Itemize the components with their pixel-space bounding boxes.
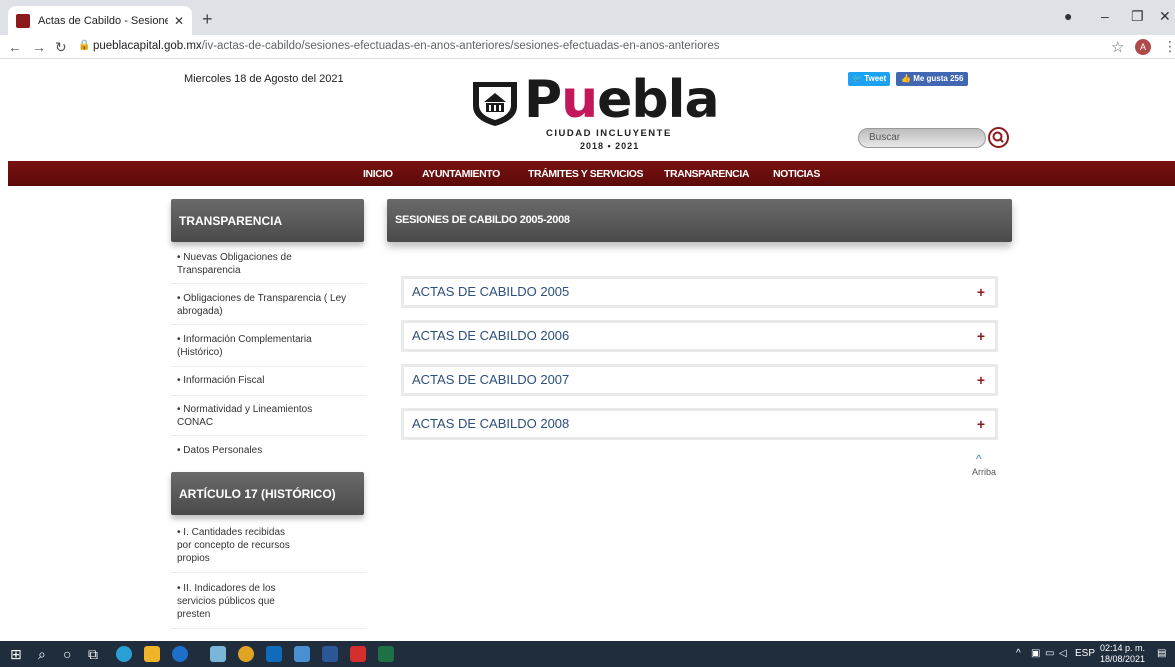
sidebar-item-informacion-complementaria[interactable]: • Información Complementaria (Histórico) xyxy=(177,333,367,359)
outlook-icon[interactable] xyxy=(266,646,282,662)
word-icon[interactable] xyxy=(322,646,338,662)
task-view-icon[interactable]: ⧉ xyxy=(88,646,98,663)
windows-start-icon[interactable]: ⊞ xyxy=(10,646,22,663)
logo-wordmark: Puebla xyxy=(524,70,720,130)
sidebar-item-obligaciones-abrogada[interactable]: • Obligaciones de Transparencia ( Ley abr… xyxy=(177,292,367,318)
browser-toolbar: ← → ↻ 🔒 pueblacapital.gob.mx/iv-actas-de… xyxy=(0,35,1175,59)
back-icon[interactable]: ← xyxy=(8,39,22,55)
address-bar[interactable]: pueblacapital.gob.mx/iv-actas-de-cabildo… xyxy=(93,40,719,52)
sidebar-heading-articulo-17: ARTÍCULO 17 (HISTÓRICO) xyxy=(171,472,364,515)
nav-ayuntamiento[interactable]: AYUNTAMIENTO xyxy=(422,168,500,180)
accordion-title: ACTAS DE CABILDO 2008 xyxy=(412,416,570,431)
divider xyxy=(171,435,366,436)
accordion-actas-2006[interactable]: ACTAS DE CABILDO 2006 + xyxy=(401,320,998,352)
minimize-icon[interactable]: – xyxy=(1101,8,1109,24)
puebla-logo[interactable]: Puebla CIUDAD INCLUYENTE 2018 • 2021 xyxy=(470,70,720,154)
magnifier-icon xyxy=(992,131,1004,143)
taskbar-clock[interactable]: 02:14 p. m. 18/08/2021 xyxy=(1100,643,1145,665)
logo-subtitle: CIUDAD INCLUYENTE xyxy=(546,128,672,139)
lock-icon[interactable]: 🔒 xyxy=(78,40,90,51)
search-icon[interactable] xyxy=(988,127,1009,148)
sidebar-item-indicadores[interactable]: • II. Indicadores de los servicios públic… xyxy=(177,582,367,621)
browser-menu-icon[interactable]: ⋮ xyxy=(1163,38,1175,55)
divider xyxy=(171,366,366,367)
accordion-actas-2008[interactable]: ACTAS DE CABILDO 2008 + xyxy=(401,408,998,440)
chrome-icon[interactable] xyxy=(238,646,254,662)
network-icon[interactable]: ▭ xyxy=(1045,648,1054,659)
nav-inicio[interactable]: INICIO xyxy=(363,168,393,180)
excel-icon[interactable] xyxy=(378,646,394,662)
cortana-icon[interactable]: ○ xyxy=(63,646,71,662)
windows-taskbar: ⊞ ⌕ ○ ⧉ ^ ▣ ▭ ◁ ESP 02:14 p. m. 18/08/20… xyxy=(0,641,1175,667)
back-to-top-link[interactable]: Arriba xyxy=(972,467,996,477)
sidebar-item-datos-personales[interactable]: • Datos Personales xyxy=(177,444,367,457)
reload-icon[interactable]: ↻ xyxy=(55,39,67,56)
acrobat-icon[interactable] xyxy=(350,646,366,662)
shield-logo-icon xyxy=(473,82,517,126)
accordion-title: ACTAS DE CABILDO 2006 xyxy=(412,328,570,343)
accordion-actas-2005[interactable]: ACTAS DE CABILDO 2005 + xyxy=(401,276,998,308)
divider xyxy=(171,324,366,325)
nav-transparencia[interactable]: TRANSPARENCIA xyxy=(664,168,749,180)
tray-meet-icon[interactable]: ▣ xyxy=(1031,648,1040,659)
nav-noticias[interactable]: NOTICIAS xyxy=(773,168,820,180)
tray-chevron-icon[interactable]: ^ xyxy=(1016,648,1021,659)
new-tab-button[interactable]: + xyxy=(202,9,213,30)
chevron-up-icon[interactable]: ^ xyxy=(976,452,982,466)
divider xyxy=(171,572,366,573)
expand-icon[interactable]: + xyxy=(977,416,985,432)
tab-title: Actas de Cabildo - Sesiones de C xyxy=(38,14,168,27)
expand-icon[interactable]: + xyxy=(977,284,985,300)
sidebar-item-informacion-fiscal[interactable]: • Información Fiscal xyxy=(177,374,367,387)
search-icon[interactable]: ⌕ xyxy=(38,646,46,663)
profile-icon[interactable]: ● xyxy=(1064,8,1072,24)
profile-avatar[interactable]: A xyxy=(1135,39,1151,55)
page-title: SESIONES DE CABILDO 2005-2008 xyxy=(387,199,1012,242)
close-window-icon[interactable]: ✕ xyxy=(1159,8,1171,25)
url-path: /iv-actas-de-cabildo/sesiones-efectuadas… xyxy=(201,40,720,52)
url-domain: pueblacapital.gob.mx xyxy=(93,40,202,52)
site-favicon-icon xyxy=(16,13,30,28)
divider xyxy=(171,283,366,284)
remote-desktop-icon[interactable] xyxy=(294,646,310,662)
search-input[interactable]: Buscar xyxy=(858,128,986,148)
divider xyxy=(171,395,366,396)
bookmark-star-icon[interactable]: ☆ xyxy=(1111,38,1124,56)
current-date: Miercoles 18 de Agosto del 2021 xyxy=(184,73,344,85)
divider xyxy=(171,628,366,629)
file-explorer-icon[interactable] xyxy=(144,646,160,662)
restore-icon[interactable]: ❐ xyxy=(1131,8,1144,25)
browser-tab-bar: Actas de Cabildo - Sesiones de C ✕ + ● –… xyxy=(0,0,1175,35)
nav-tramites[interactable]: TRÁMITES Y SERVICIOS xyxy=(528,168,644,180)
sidebar-heading-transparencia: TRANSPARENCIA xyxy=(171,199,364,242)
language-indicator[interactable]: ESP xyxy=(1075,648,1095,659)
accordion-title: ACTAS DE CABILDO 2005 xyxy=(412,284,570,299)
edge-icon[interactable] xyxy=(116,646,132,662)
accordion-actas-2007[interactable]: ACTAS DE CABILDO 2007 + xyxy=(401,364,998,396)
expand-icon[interactable]: + xyxy=(977,372,985,388)
expand-icon[interactable]: + xyxy=(977,328,985,344)
notifications-icon[interactable]: ▤ xyxy=(1157,648,1166,659)
tweet-button[interactable]: 🐦 Tweet xyxy=(848,72,891,86)
sidebar-item-normatividad[interactable]: • Normatividad y Lineamientos CONAC xyxy=(177,403,367,429)
internet-explorer-icon[interactable] xyxy=(172,646,188,662)
forward-icon[interactable]: → xyxy=(32,39,46,55)
like-button[interactable]: 👍 Me gusta 256 xyxy=(896,72,969,86)
accordion-title: ACTAS DE CABILDO 2007 xyxy=(412,372,570,387)
volume-icon[interactable]: ◁ xyxy=(1059,648,1067,659)
main-nav: INICIO AYUNTAMIENTO TRÁMITES Y SERVICIOS… xyxy=(8,161,1175,186)
browser-tab[interactable]: Actas de Cabildo - Sesiones de C ✕ xyxy=(8,6,192,35)
sidebar-item-nuevas-obligaciones[interactable]: • Nuevas Obligaciones de Transparencia xyxy=(177,251,367,277)
close-tab-icon[interactable]: ✕ xyxy=(174,14,184,28)
network-app-icon[interactable] xyxy=(210,646,226,662)
logo-years: 2018 • 2021 xyxy=(580,141,640,151)
sidebar-item-cantidades-recibidas[interactable]: • I. Cantidades recibidas por concepto de… xyxy=(177,526,367,565)
